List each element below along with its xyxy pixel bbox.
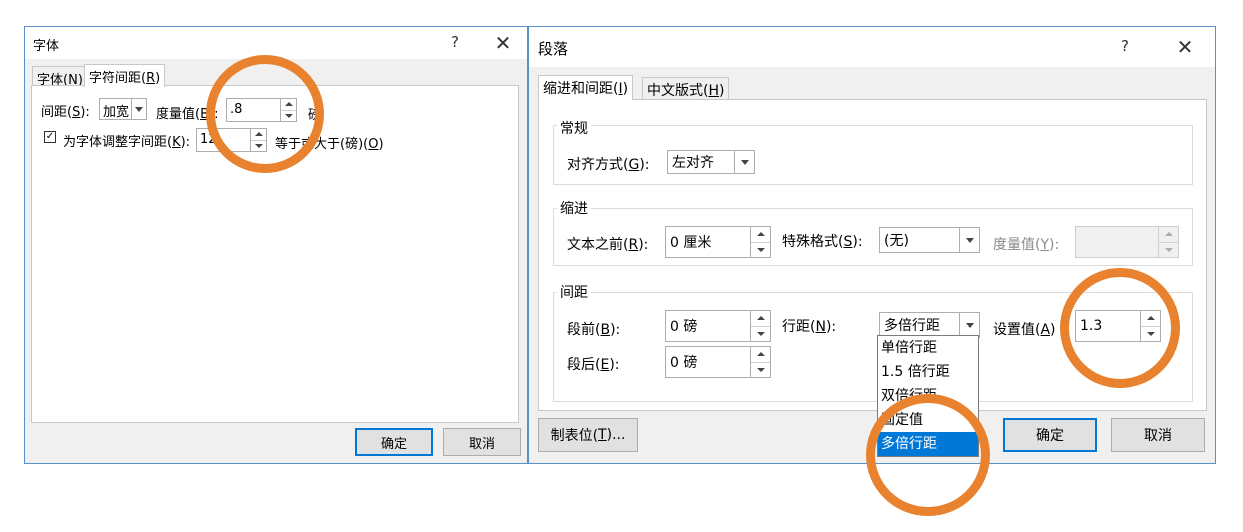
- indent-before-label: 文本之前(R):: [567, 237, 649, 253]
- spacing-group-title: 间距: [557, 282, 591, 302]
- setting-value-label: 设置值(A): [993, 322, 1056, 338]
- alignment-dropdown[interactable]: 左对齐: [667, 150, 755, 174]
- space-after-label: 段后(E):: [567, 357, 620, 373]
- line-spacing-label: 行距(N):: [782, 319, 837, 335]
- paragraph-dialog: 段落 ? ✕ 缩进和间距(I) 中文版式(H) 常规 对齐方式(G): 左对齐 …: [528, 26, 1216, 464]
- list-item[interactable]: 1.5 倍行距: [878, 360, 978, 384]
- font-dialog-titlebar[interactable]: 字体 ? ✕: [25, 27, 527, 59]
- alignment-label: 对齐方式(G):: [567, 157, 650, 173]
- tab-font[interactable]: 字体(N): [32, 66, 88, 88]
- special-format-dropdown[interactable]: (无): [879, 227, 980, 253]
- list-item[interactable]: 单倍行距: [878, 336, 978, 360]
- tab-asian-typography[interactable]: 中文版式(H): [642, 77, 730, 99]
- spin-down-icon[interactable]: [751, 241, 770, 258]
- spin-up-icon[interactable]: [1159, 227, 1178, 242]
- close-icon[interactable]: ✕: [1173, 37, 1197, 57]
- highlight-ring-setting-value: [1060, 268, 1180, 388]
- space-after-spin-buttons[interactable]: [750, 347, 770, 377]
- chevron-down-icon[interactable]: [131, 99, 146, 119]
- indentation-group-title: 缩进: [557, 198, 591, 218]
- indent-measure-label: 度量值(Y):: [993, 237, 1060, 253]
- space-before-spinner[interactable]: 0 磅: [665, 310, 771, 342]
- spacing-label: 间距(S):: [41, 105, 90, 120]
- chevron-down-icon[interactable]: [959, 228, 979, 252]
- paragraph-dialog-titlebar[interactable]: 段落 ? ✕: [529, 27, 1215, 67]
- general-group-title: 常规: [557, 118, 591, 138]
- highlight-ring-line-option: [866, 394, 990, 516]
- space-before-label: 段前(B):: [567, 322, 621, 338]
- spin-up-icon[interactable]: [751, 311, 770, 326]
- help-icon[interactable]: ?: [1115, 37, 1135, 55]
- spin-down-icon[interactable]: [1159, 241, 1178, 258]
- indent-before-spin-buttons[interactable]: [750, 227, 770, 257]
- spacing-dropdown[interactable]: 加宽: [99, 98, 147, 120]
- chevron-down-icon[interactable]: [734, 151, 754, 173]
- kerning-label: 为字体调整字间距(K):: [63, 135, 191, 150]
- tab-character-spacing[interactable]: 字符间距(R): [84, 64, 166, 87]
- paragraph-ok-button[interactable]: 确定: [1003, 418, 1097, 452]
- font-dialog-title: 字体: [33, 39, 60, 54]
- paragraph-cancel-button[interactable]: 取消: [1111, 418, 1205, 452]
- spin-up-icon[interactable]: [751, 227, 770, 242]
- indent-before-spinner[interactable]: 0 厘米: [665, 226, 771, 258]
- font-ok-button[interactable]: 确定: [355, 428, 433, 456]
- indent-measure-spin-buttons[interactable]: [1158, 227, 1178, 257]
- close-icon[interactable]: ✕: [491, 33, 515, 53]
- font-cancel-button[interactable]: 取消: [443, 428, 521, 456]
- space-before-spin-buttons[interactable]: [750, 311, 770, 341]
- tab-indents-spacing[interactable]: 缩进和间距(I): [538, 75, 634, 100]
- spin-up-icon[interactable]: [751, 347, 770, 362]
- highlight-ring-font-measure: [206, 55, 324, 173]
- paragraph-dialog-title: 段落: [538, 40, 569, 58]
- special-format-label: 特殊格式(S):: [782, 234, 863, 250]
- spin-down-icon[interactable]: [751, 325, 770, 342]
- checkmark-icon: ✓: [45, 131, 55, 142]
- chevron-down-icon[interactable]: [959, 313, 979, 337]
- tab-stops-button[interactable]: 制表位(T)...: [538, 418, 638, 452]
- spacing-dropdown-value: 加宽: [103, 105, 130, 120]
- kerning-checkbox[interactable]: ✓: [44, 131, 56, 143]
- space-after-spinner[interactable]: 0 磅: [665, 346, 771, 378]
- indent-measure-spinner[interactable]: [1075, 226, 1179, 258]
- help-icon[interactable]: ?: [445, 33, 465, 51]
- spin-down-icon[interactable]: [751, 361, 770, 378]
